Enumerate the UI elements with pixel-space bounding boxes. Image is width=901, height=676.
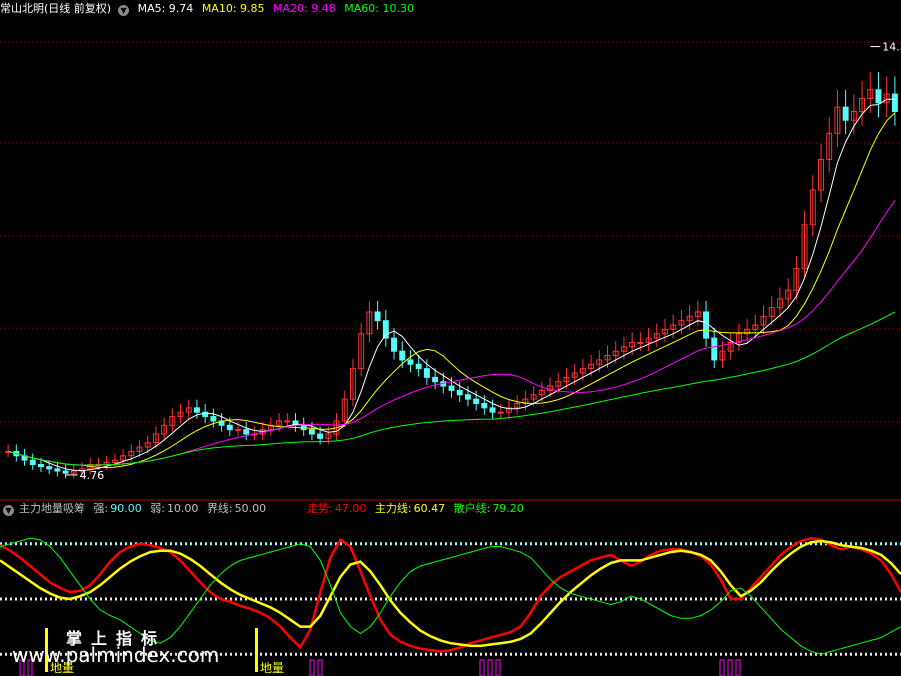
chevron-down-icon[interactable]: ▼ (3, 505, 14, 516)
boundary-label: 界线: 50.00 (206, 502, 267, 515)
candle-body (382, 320, 389, 339)
ma10-label: MA10: 9.85 (201, 2, 265, 15)
chevron-down-icon[interactable]: ▼ (118, 5, 130, 16)
weak-label: 弱: 10.00 (150, 502, 199, 515)
candle-body (374, 311, 381, 322)
candle-body (317, 433, 324, 439)
candle-body (711, 337, 718, 361)
ma20-label: MA20: 9.48 (273, 2, 336, 15)
candle-body (489, 407, 496, 413)
candle-body (423, 368, 430, 378)
candle-body (37, 463, 44, 468)
candle-body (637, 341, 644, 344)
candle-body (432, 376, 439, 383)
watermark-url: www.palmindex.com (12, 643, 220, 667)
candle-body (226, 424, 233, 431)
candle-body (210, 416, 217, 422)
candle-body (875, 89, 882, 104)
sub-chart-header: ▼ 主力地量吸筹 强: 90.00 弱: 10.00 界线: 50.00 走势: 47.0… (0, 502, 529, 516)
candle-body (415, 363, 422, 370)
ma10-line (7, 112, 896, 469)
chart-stage: 14.594.76地量地量 常山北明(日线 前复权)▼ MA5: 9.74 MA… (0, 0, 901, 676)
low-label: 4.76 (80, 469, 105, 482)
volume-marker-label: 地量 (260, 661, 284, 675)
strong-label: 强: 90.00 (93, 502, 142, 515)
candle-body (243, 429, 250, 435)
candle-body (54, 468, 61, 472)
high-label: 14.59 (882, 41, 901, 54)
accumulation-bar (317, 659, 323, 676)
chart-canvas: 14.594.76地量地量 (0, 41, 901, 676)
accumulation-bar (479, 659, 485, 676)
candle-body (46, 466, 53, 470)
candle-body (448, 385, 455, 391)
candle-body (62, 470, 69, 474)
candle-body (308, 429, 315, 435)
candle-body (891, 93, 898, 113)
accumulation-bar (735, 659, 741, 676)
accumulation-bar (495, 659, 501, 676)
volume-marker (255, 628, 258, 672)
ma5-line (7, 98, 895, 472)
candle-body (29, 459, 36, 465)
candle-body (703, 311, 710, 339)
candle-body (193, 407, 200, 413)
retail-line-label: 散户线: 79.20 (453, 502, 524, 515)
candle-body (235, 429, 241, 432)
accumulation-bar (727, 659, 733, 676)
candle-body (481, 402, 488, 409)
candle-body (464, 394, 471, 400)
ma60-label: MA60: 10.30 (344, 2, 414, 15)
candle-body (842, 106, 849, 121)
accumulation-bar (309, 659, 315, 676)
candle-body (407, 359, 414, 365)
candle-body (456, 389, 463, 396)
ma5-label: MA5: 9.74 (137, 2, 194, 15)
candle-body (473, 398, 480, 404)
main-line-label: 主力线: 60.47 (374, 502, 446, 515)
accumulation-bar (487, 659, 493, 676)
indicator-name: 主力地量吸筹 (19, 502, 85, 515)
stock-title: 常山北明(日线 前复权) (0, 2, 112, 15)
trend-label: 走势: 47.00 (307, 502, 367, 515)
candle-body (284, 420, 291, 423)
candle-body (497, 411, 504, 414)
main-chart-header: 常山北明(日线 前复权) ▼ MA5: 9.74 MA10: 9.85 MA20:… (0, 2, 419, 16)
candle-body (391, 337, 397, 352)
accumulation-bar (719, 659, 725, 676)
candle-body (399, 350, 406, 361)
